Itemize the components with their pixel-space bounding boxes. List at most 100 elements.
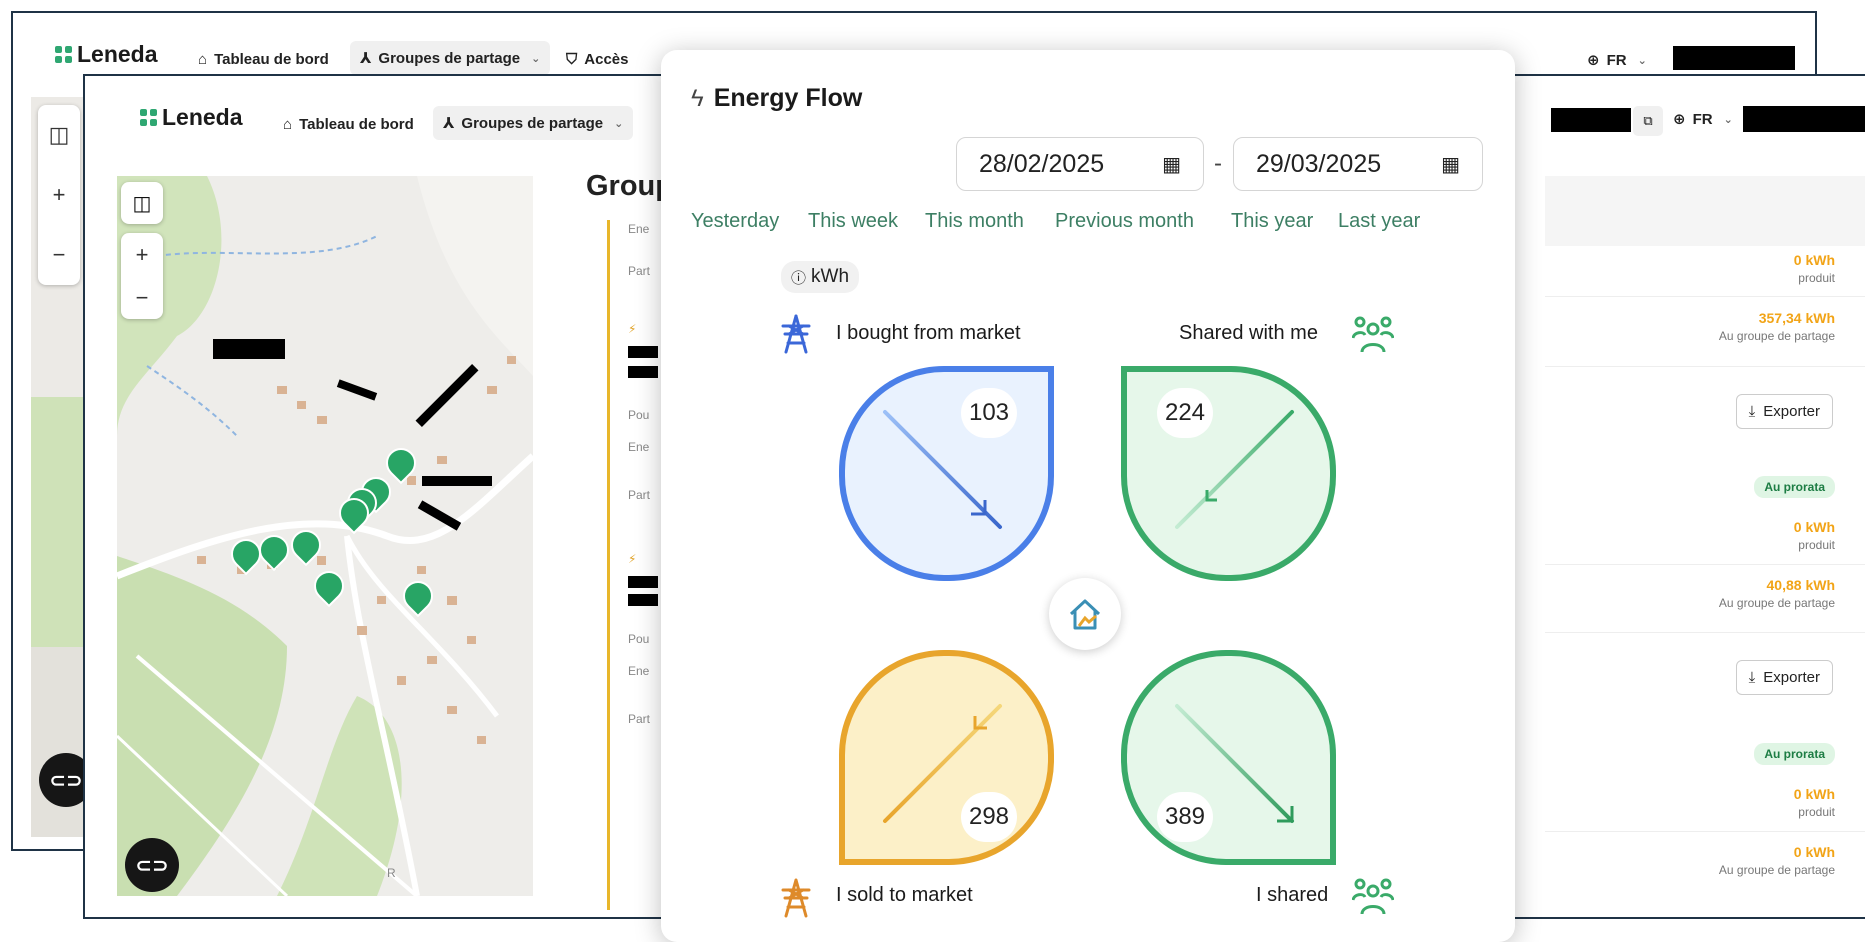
kwh-value: 357,34 kWh xyxy=(1758,310,1835,326)
list-label-partage: Part xyxy=(628,264,651,278)
unit-badge[interactable]: ⓘ kWh xyxy=(781,261,860,293)
prorata-badge: Au prorata xyxy=(1754,476,1835,498)
leneda-logo-icon xyxy=(140,109,157,126)
community-icon xyxy=(1351,876,1395,921)
zoom-out-button[interactable]: − xyxy=(136,285,149,311)
language-label: FR xyxy=(1692,110,1713,128)
label-bought: I bought from market xyxy=(836,322,1021,344)
redacted-map-label xyxy=(213,339,285,359)
value-bought: 103 xyxy=(961,388,1017,438)
export-button[interactable]: ⤓ Exporter xyxy=(1735,394,1833,429)
leneda-logo[interactable]: Leneda xyxy=(140,104,243,131)
nav-dashboard[interactable]: ⌂ Tableau de bord xyxy=(283,116,414,133)
home-energy-button[interactable] xyxy=(1049,578,1121,650)
preset-previous-month[interactable]: Previous month xyxy=(1055,210,1194,233)
leaf-shared-with-me[interactable]: 224 xyxy=(1121,366,1336,581)
preset-this-month[interactable]: This month xyxy=(925,210,1024,233)
nav-access[interactable]: ⛉ Accès xyxy=(566,51,628,68)
map-layers-button[interactable]: ◫ xyxy=(121,182,163,224)
redacted-map-line xyxy=(422,476,492,486)
zoom-in-button[interactable]: + xyxy=(136,242,149,268)
copy-icon[interactable]: ⧉ xyxy=(1633,106,1663,136)
export-label: Exporter xyxy=(1763,669,1820,686)
home-energy-icon xyxy=(1069,599,1101,630)
map-attribution: R xyxy=(387,866,396,880)
card-header: ϟ Energy Flow xyxy=(691,84,862,113)
nav-groups[interactable]: ⅄ Groupes de partage ⌄ xyxy=(350,41,551,75)
redacted-item-name xyxy=(628,366,658,378)
card-title: Energy Flow xyxy=(713,84,863,112)
kwh-value: 0 kWh xyxy=(1793,519,1835,535)
zoom-controls: + − xyxy=(121,233,163,319)
value-shared-with-me: 224 xyxy=(1157,388,1213,438)
date-to-field[interactable]: 29/03/2025 ▦ xyxy=(1233,137,1483,191)
link-button[interactable]: ⊂⊃ xyxy=(125,838,179,892)
map-view[interactable]: R xyxy=(117,176,533,896)
kwh-sub: produit xyxy=(1798,805,1835,819)
unit-label: kWh xyxy=(811,266,850,287)
preset-last-year[interactable]: Last year xyxy=(1338,210,1420,233)
nav-dashboard[interactable]: ⌂ Tableau de bord xyxy=(198,51,329,68)
energy-flow-card: ϟ Energy Flow 28/02/2025 ▦ - 29/03/2025 … xyxy=(661,50,1515,942)
list-label-partage: Part xyxy=(628,712,651,726)
kwh-sub: Au groupe de partage xyxy=(1718,329,1835,343)
chevron-down-icon: ⌄ xyxy=(1637,54,1647,67)
nav-access-label: Accès xyxy=(584,51,629,68)
preset-this-year[interactable]: This year xyxy=(1231,210,1313,233)
leaf-bought[interactable]: 103 xyxy=(839,366,1054,581)
map-icon[interactable]: ◫ xyxy=(49,122,70,148)
logo-text: Leneda xyxy=(162,104,243,130)
pylon-icon xyxy=(777,314,815,359)
language-selector[interactable]: ⊕ FR ⌄ xyxy=(1673,110,1733,129)
leneda-logo[interactable]: Leneda xyxy=(55,41,158,68)
link-icon: ⊂⊃ xyxy=(135,854,169,877)
redacted-item-name xyxy=(628,594,658,606)
lightning-icon: ϟ xyxy=(691,84,704,112)
list-label-energy: Ene xyxy=(628,440,650,454)
preset-yesterday[interactable]: Yesterday xyxy=(691,210,779,233)
map-tiles xyxy=(117,176,533,896)
redacted-user xyxy=(1743,106,1865,132)
kwh-sub: Au groupe de partage xyxy=(1718,863,1835,877)
pylon-icon xyxy=(777,878,815,923)
leneda-logo-icon xyxy=(55,46,72,63)
kwh-sub: produit xyxy=(1798,538,1835,552)
chevron-down-icon: ⌄ xyxy=(614,117,624,130)
community-icon xyxy=(1351,314,1395,359)
export-button[interactable]: ⤓ Exporter xyxy=(1735,660,1833,695)
language-label: FR xyxy=(1606,51,1627,69)
zoom-out-button[interactable]: − xyxy=(53,242,66,268)
label-shared: I shared xyxy=(1256,884,1329,906)
language-selector[interactable]: ⊕ FR ⌄ xyxy=(1587,51,1647,70)
nav-dashboard-label: Tableau de bord xyxy=(299,116,414,133)
date-from-value: 28/02/2025 xyxy=(979,149,1105,178)
redacted-item-name xyxy=(628,346,658,358)
map-icon: ◫ xyxy=(132,192,152,215)
list-label-energy: Ene xyxy=(628,222,650,236)
list-label-energy: Ene xyxy=(628,664,650,678)
leaf-shared[interactable]: 389 xyxy=(1121,650,1336,865)
date-from-field[interactable]: 28/02/2025 ▦ xyxy=(956,137,1204,191)
preset-this-week[interactable]: This week xyxy=(808,210,898,233)
globe-icon: ⊕ xyxy=(1673,111,1686,128)
lightning-icon: ⚡ xyxy=(628,322,637,336)
kwh-value: 0 kWh xyxy=(1793,786,1835,802)
leaf-sold[interactable]: 298 xyxy=(839,650,1054,865)
prorata-badge: Au prorata xyxy=(1754,743,1835,765)
nav-groups[interactable]: ⅄ Groupes de partage ⌄ xyxy=(433,106,634,140)
list-label-puissance: Pou xyxy=(628,408,650,422)
share-tree-icon: ⅄ xyxy=(360,50,372,67)
date-separator: - xyxy=(1214,150,1222,177)
redacted-code xyxy=(1551,108,1631,132)
download-icon: ⤓ xyxy=(1748,403,1756,420)
zoom-in-button[interactable]: + xyxy=(53,182,66,208)
nav-groups-label: Groupes de partage xyxy=(461,114,604,132)
export-label: Exporter xyxy=(1763,403,1820,420)
calendar-icon[interactable]: ▦ xyxy=(1441,152,1460,177)
download-icon: ⤓ xyxy=(1748,669,1756,686)
kwh-value: 40,88 kWh xyxy=(1766,577,1835,593)
calendar-icon[interactable]: ▦ xyxy=(1162,152,1181,177)
nav-dashboard-label: Tableau de bord xyxy=(214,51,329,68)
value-sold: 298 xyxy=(961,792,1017,842)
kwh-value: 0 kWh xyxy=(1793,844,1835,860)
